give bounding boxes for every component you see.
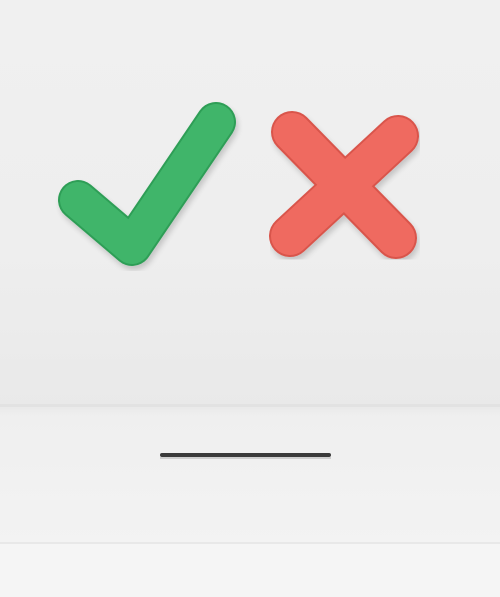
scene-illustration: [0, 0, 500, 597]
ballot-box-base-edge: [0, 542, 500, 544]
ballot-box-edge: [0, 404, 500, 407]
ballot-slot: [160, 453, 331, 457]
ballot-slot-shadow: [160, 457, 331, 459]
ballot-box-base: [0, 543, 500, 597]
ballot-box-scene: [0, 0, 500, 597]
ballot-box-front: [0, 405, 500, 545]
